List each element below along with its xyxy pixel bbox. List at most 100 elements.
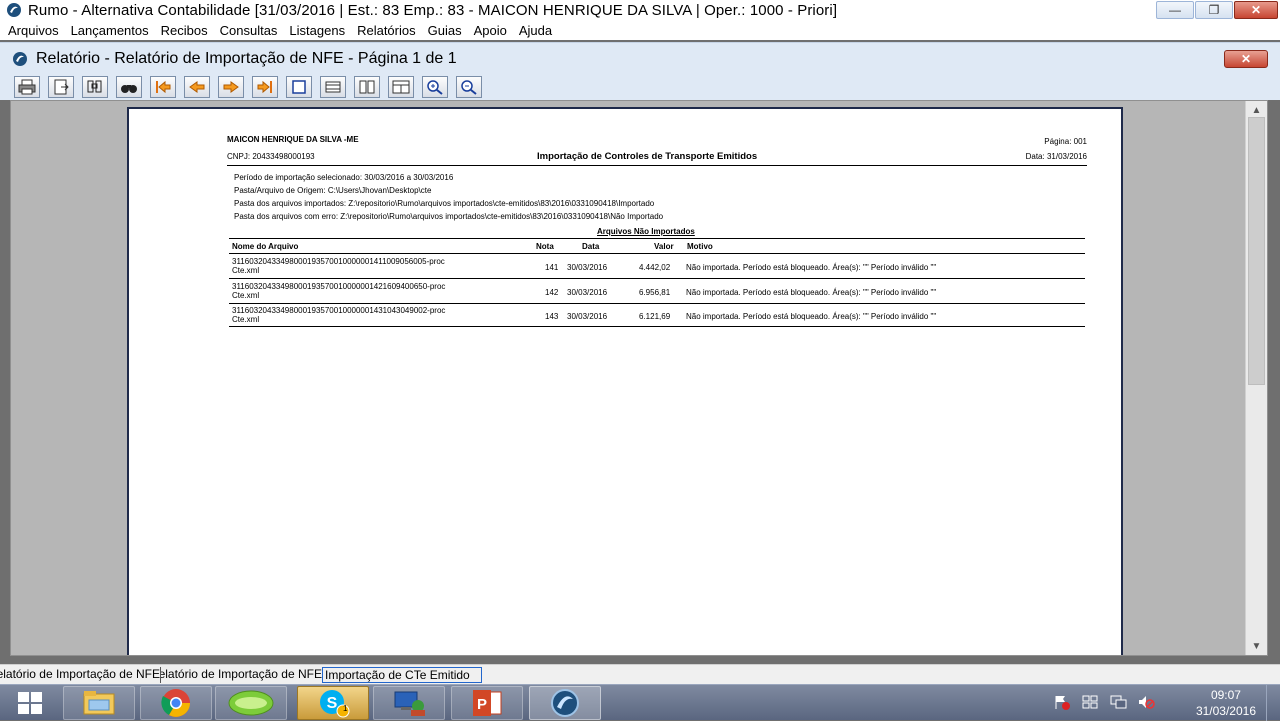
action-center-icon[interactable] <box>1052 693 1072 711</box>
svg-text:P: P <box>477 696 487 713</box>
page-setup-button[interactable] <box>320 76 346 98</box>
show-desktop-button[interactable] <box>1266 685 1280 721</box>
close-button[interactable]: ✕ <box>1234 1 1278 19</box>
zoom-out-icon <box>461 80 477 95</box>
col-valor: Valor <box>654 242 674 251</box>
two-pages-icon <box>359 80 375 94</box>
zoom-out-button[interactable] <box>456 76 482 98</box>
zoom-in-button[interactable] <box>422 76 448 98</box>
export-button[interactable] <box>48 76 74 98</box>
prev-page-button[interactable] <box>184 76 210 98</box>
menu-lancamentos[interactable]: Lançamentos <box>71 23 149 38</box>
skype-badge: 1 <box>343 704 348 713</box>
report-window-title-bar: Relatório - Relatório de Importação de N… <box>0 42 1280 74</box>
menu-guias[interactable]: Guias <box>428 23 462 38</box>
minimize-button[interactable]: — <box>1156 1 1194 19</box>
col-data: Data <box>582 242 600 251</box>
clock[interactable]: 09:07 31/03/2016 <box>1196 687 1256 719</box>
table-row-nota: 143 <box>545 312 559 321</box>
report-title: Importação de Controles de Transporte Em… <box>537 151 758 162</box>
menu-apoio[interactable]: Apoio <box>474 23 507 38</box>
page-number: Página: 001 <box>1044 137 1087 146</box>
taskbar: S 1 P 09:07 31/03/2016 <box>0 684 1280 721</box>
menu-consultas[interactable]: Consultas <box>220 23 278 38</box>
table-row-file: 3116032043349800019357001000000142160940… <box>232 282 446 291</box>
info-periodo: Período de importação selecionado: 30/03… <box>234 173 454 182</box>
status-item-cte[interactable]: Importação de CTe Emitido <box>322 666 482 683</box>
table-row-nota: 142 <box>545 288 559 297</box>
report-preview-area[interactable]: MAICON HENRIQUE DA SILVA -ME CNPJ: 20433… <box>10 100 1268 656</box>
rumo-taskbar-icon <box>551 689 579 717</box>
prev-page-icon <box>189 81 205 93</box>
taskbar-explorer[interactable] <box>63 686 135 720</box>
print-icon <box>18 79 36 95</box>
taskbar-rumo[interactable] <box>529 686 601 720</box>
binoculars-icon <box>121 85 137 93</box>
two-pages-button[interactable] <box>354 76 380 98</box>
table-row-motivo: Não importada. Período está bloqueado. Á… <box>686 263 937 272</box>
chrome-icon <box>161 689 190 717</box>
col-nome-arquivo: Nome do Arquivo <box>232 242 299 251</box>
report-close-button[interactable]: ✕ <box>1224 50 1268 68</box>
rumo-app-icon <box>7 3 21 17</box>
display-icon[interactable] <box>1080 693 1100 711</box>
taskbar-skype[interactable]: S 1 <box>297 686 369 720</box>
table-row-file: 3116032043349800019357001000000141100905… <box>232 257 445 266</box>
menu-arquivos[interactable]: Arquivos <box>8 23 59 38</box>
multi-page-button[interactable] <box>388 76 414 98</box>
table-row-data: 30/03/2016 <box>567 263 608 272</box>
search-icon <box>87 80 102 93</box>
status-item-relatorio-1[interactable]: Relatório de Importação de NFE <box>0 667 160 683</box>
table-row-motivo: Não importada. Período está bloqueado. Á… <box>686 288 937 297</box>
first-page-icon <box>156 80 171 94</box>
first-page-button[interactable] <box>150 76 176 98</box>
info-origem: Pasta/Arquivo de Origem: C:\Users\Jhovan… <box>234 186 432 195</box>
zoom-in-icon <box>427 80 443 95</box>
report-date: Data: 31/03/2016 <box>1025 152 1087 161</box>
next-page-button[interactable] <box>218 76 244 98</box>
search-button[interactable] <box>82 76 108 98</box>
print-button[interactable] <box>14 76 40 98</box>
scroll-thumb[interactable] <box>1248 117 1265 385</box>
windows-logo-icon <box>18 692 42 714</box>
start-button[interactable] <box>0 686 60 720</box>
taskbar-chrome[interactable] <box>140 686 212 720</box>
table-row-motivo: Não importada. Período está bloqueado. Á… <box>686 312 937 321</box>
maximize-button[interactable]: ❐ <box>1195 1 1233 19</box>
table-row-valor: 4.442,02 <box>639 263 671 272</box>
col-nota: Nota <box>536 242 554 251</box>
vertical-scrollbar[interactable]: ▲ ▼ <box>1245 101 1267 655</box>
skype-icon: S <box>320 690 350 718</box>
table-row-nota: 141 <box>545 263 559 272</box>
last-page-icon <box>257 80 272 94</box>
svg-text:S: S <box>327 695 338 712</box>
menu-ajuda[interactable]: Ajuda <box>519 23 552 38</box>
volume-muted-icon[interactable] <box>1136 693 1156 711</box>
status-item-relatorio-2[interactable]: Relatório de Importação de NFE <box>160 666 322 683</box>
menu-listagens[interactable]: Listagens <box>289 23 345 38</box>
scroll-down-icon[interactable]: ▼ <box>1246 637 1267 655</box>
table-row-valor: 6.956,81 <box>639 288 671 297</box>
powerpoint-icon: P <box>473 690 502 716</box>
find-button[interactable] <box>116 76 142 98</box>
page-width-button[interactable] <box>286 76 312 98</box>
taskbar-powerpoint[interactable]: P <box>451 686 523 720</box>
window-title: Rumo - Alternativa Contabilidade [31/03/… <box>28 1 838 19</box>
table-row-file-ext: Cte.xml <box>232 291 260 300</box>
next-page-icon <box>223 81 239 93</box>
table-row-file-ext: Cte.xml <box>232 315 260 324</box>
rumo-app-icon <box>13 51 27 66</box>
page-setup-icon <box>325 81 341 93</box>
table-row-data: 30/03/2016 <box>567 312 608 321</box>
report-toolbar <box>0 74 1280 100</box>
multi-page-icon <box>392 80 410 94</box>
report-page: MAICON HENRIQUE DA SILVA -ME CNPJ: 20433… <box>127 107 1123 655</box>
taskbar-app-green[interactable] <box>215 686 287 720</box>
menu-relatorios[interactable]: Relatórios <box>357 23 416 38</box>
menu-recibos[interactable]: Recibos <box>161 23 208 38</box>
network-icon[interactable] <box>1108 693 1128 711</box>
table-row-file: 3116032043349800019357001000000143104304… <box>232 306 446 315</box>
taskbar-remote-desktop[interactable] <box>373 686 445 720</box>
last-page-button[interactable] <box>252 76 278 98</box>
col-motivo: Motivo <box>687 242 713 251</box>
